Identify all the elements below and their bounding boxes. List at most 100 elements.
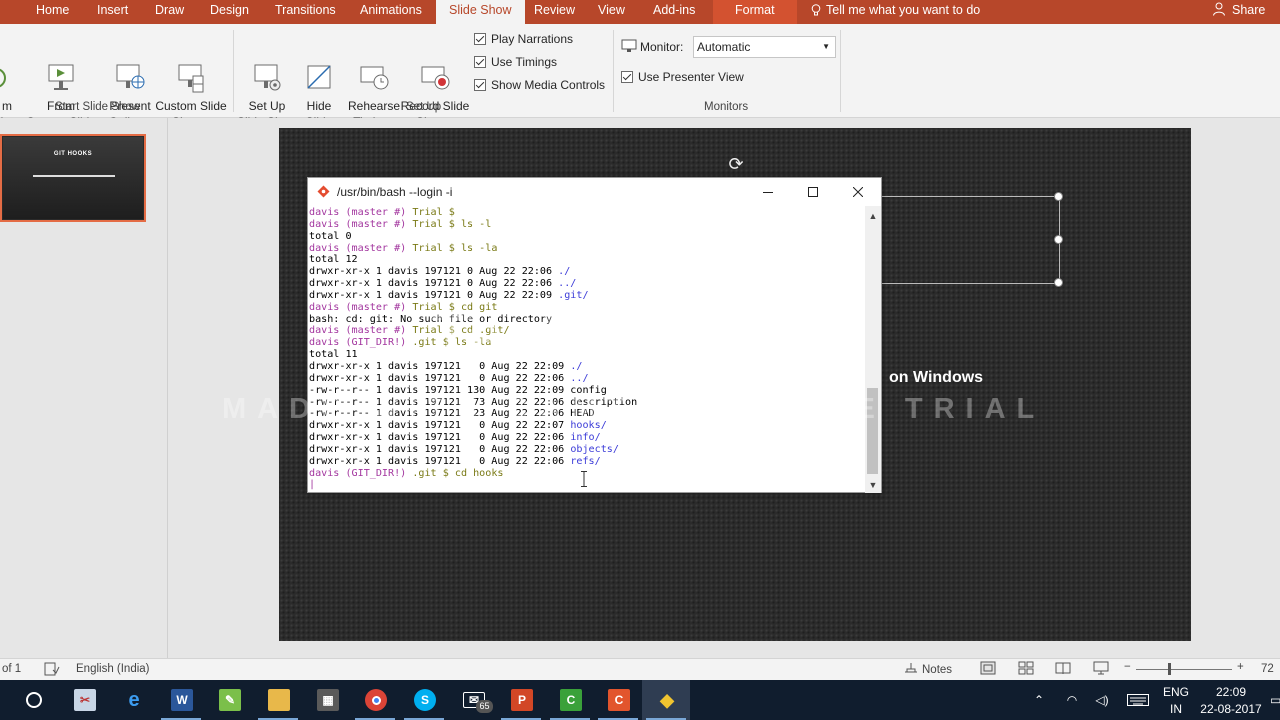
taskbar-app-snipping[interactable]: ✂ (60, 680, 108, 720)
taskbar-app-camtasia-recorder[interactable]: C (546, 680, 594, 720)
play-narrations-checkbox[interactable]: Play Narrations (474, 32, 573, 46)
terminal-text-segment: davis (309, 242, 340, 254)
taskbar-app-camtasia[interactable]: C (594, 680, 642, 720)
ribbon: m ning From Current Slide Present Online… (0, 24, 1280, 129)
show-hidden-icons-button[interactable]: ⌃ (1030, 680, 1048, 720)
minimize-icon (762, 192, 773, 193)
taskbar-app-edge[interactable]: e (109, 680, 157, 720)
terminal-scrollbar[interactable]: ▲ ▼ (865, 206, 881, 493)
reading-view-button[interactable] (1055, 661, 1071, 678)
wifi-icon[interactable]: ◠ (1062, 680, 1082, 720)
close-button[interactable] (835, 178, 880, 206)
group-divider (840, 30, 841, 112)
keyboard-icon[interactable] (1126, 680, 1150, 720)
taskbar-app-mail[interactable]: ✉ 65 (449, 680, 497, 720)
taskbar-app-notepad[interactable]: ✎ (205, 680, 253, 720)
checkbox-checked-icon (621, 71, 633, 83)
zoom-in-button[interactable]: + (1237, 661, 1244, 673)
scroll-up-icon[interactable]: ▲ (865, 208, 881, 224)
tab-view[interactable]: View (598, 0, 625, 24)
minimize-button[interactable] (745, 178, 790, 206)
checkbox-checked-icon (474, 56, 486, 68)
terminal-text-segment: drwxr-xr-x 1 davis 197121 0 Aug 22 22:06 (309, 372, 571, 384)
proofing-icon (44, 662, 60, 676)
tab-home[interactable]: Home (36, 0, 69, 24)
scrollbar-thumb[interactable] (867, 388, 878, 474)
slide-sorter-button[interactable] (1018, 661, 1034, 678)
spell-check-icon[interactable] (44, 662, 60, 679)
terminal-line: davis (master #) Trial $ ls -la (309, 243, 866, 255)
notepadpp-icon: ✎ (219, 689, 241, 711)
terminal-title-bar[interactable]: /usr/bin/bash --login -i (308, 178, 881, 206)
terminal-text-segment: Trial $ ls -l (412, 218, 492, 230)
taskbar-app-skype[interactable]: S (400, 680, 448, 720)
input-language[interactable]: ENG IN (1158, 680, 1194, 720)
notification-center-icon[interactable]: ▭ (1270, 680, 1280, 720)
skype-icon: S (414, 689, 436, 711)
tab-format[interactable]: Format (713, 0, 797, 24)
slide-thumbnail-pane: GIT HOOKS (0, 118, 168, 658)
snipping-tool-icon: ✂ (74, 689, 96, 711)
tab-slide-show[interactable]: Slide Show (436, 0, 525, 24)
tab-add-ins[interactable]: Add-ins (653, 0, 695, 24)
maximize-button[interactable] (790, 178, 835, 206)
terminal-line: davis (master #) Trial $ cd .git/ (309, 325, 866, 337)
terminal-line: drwxr-xr-x 1 davis 197121 0 Aug 22 22:09… (309, 290, 866, 302)
zoom-slider-knob[interactable] (1168, 663, 1171, 675)
use-presenter-view-checkbox[interactable]: Use Presenter View (621, 70, 744, 84)
taskbar-app-git-bash[interactable]: ◆ (642, 680, 690, 720)
language-indicator[interactable]: English (India) (76, 663, 150, 675)
thumbnail-title: GIT HOOKS (53, 151, 93, 157)
ribbon-tab-bar: Home Insert Draw Design Transitions Anim… (0, 0, 1280, 24)
notes-button[interactable]: Notes (904, 662, 952, 676)
monitor-icon (621, 39, 637, 52)
terminal-text-segment: ../ (570, 372, 589, 384)
normal-view-button[interactable] (980, 661, 996, 678)
terminal-text-segment: drwxr-xr-x 1 davis 197121 0 Aug 22 22:07 (309, 420, 571, 432)
tell-me-search[interactable]: Tell me what you want to do (811, 0, 980, 24)
clock[interactable]: 22:09 22-08-2017 (1196, 680, 1266, 720)
terminal-line: total 0 (309, 231, 866, 243)
zoom-slider[interactable] (1136, 669, 1232, 670)
selected-text-placeholder[interactable] (873, 196, 1060, 284)
terminal-text-segment: hooks/ (570, 420, 607, 432)
terminal-line: drwxr-xr-x 1 davis 197121 0 Aug 22 22:06… (309, 373, 866, 385)
terminal-line: -rw-r--r-- 1 davis 197121 73 Aug 22 22:0… (309, 397, 866, 409)
taskbar-app-powerpoint[interactable]: P (497, 680, 545, 720)
taskbar-app-explorer[interactable] (254, 680, 302, 720)
resize-handle[interactable] (1054, 278, 1063, 287)
terminal-text-segment: (GIT_DIR!) (339, 467, 413, 479)
show-media-controls-label: Show Media Controls (491, 78, 606, 92)
share-label: Share (1232, 3, 1266, 17)
monitor-select[interactable]: Automatic ▼ (693, 36, 836, 58)
slide-thumbnail[interactable]: GIT HOOKS (0, 134, 146, 222)
slide-show-view-button[interactable] (1093, 661, 1109, 678)
scroll-down-icon[interactable]: ▼ (865, 477, 881, 493)
zoom-out-button[interactable]: − (1124, 661, 1131, 673)
tab-review[interactable]: Review (534, 0, 575, 24)
terminal-output[interactable]: davis (master #) Trial $ davis (master #)… (309, 206, 866, 493)
terminal-window[interactable]: /usr/bin/bash --login -i davis (master #… (307, 177, 882, 493)
rotate-handle-icon[interactable]: ⟳ (725, 153, 747, 175)
tab-animations[interactable]: Animations (360, 0, 422, 24)
tab-draw[interactable]: Draw (155, 0, 184, 24)
show-media-controls-checkbox[interactable]: Show Media Controls (474, 78, 605, 92)
use-timings-checkbox[interactable]: Use Timings (474, 55, 557, 69)
taskbar-app-chrome[interactable] (351, 680, 399, 720)
cortana-button[interactable] (10, 680, 58, 720)
zoom-level[interactable]: 72 (1261, 663, 1274, 675)
tab-design[interactable]: Design (210, 0, 249, 24)
terminal-text-segment: (GIT_DIR!) (339, 337, 413, 349)
checkbox-checked-icon (474, 79, 486, 91)
resize-handle[interactable] (1054, 192, 1063, 201)
taskbar-app-word[interactable]: W (157, 680, 205, 720)
taskbar-app-calculator[interactable]: ▦ (303, 680, 351, 720)
tab-insert[interactable]: Insert (97, 0, 128, 24)
terminal-text-segment: Trial $ cd .git/ (412, 325, 510, 337)
share-button[interactable]: Share (1212, 0, 1265, 24)
terminal-line: davis (master #) Trial $ (309, 207, 866, 219)
terminal-title: /usr/bin/bash --login -i (337, 185, 453, 199)
volume-icon[interactable]: ◁) (1092, 680, 1112, 720)
resize-handle[interactable] (1054, 235, 1063, 244)
tab-transitions[interactable]: Transitions (275, 0, 336, 24)
